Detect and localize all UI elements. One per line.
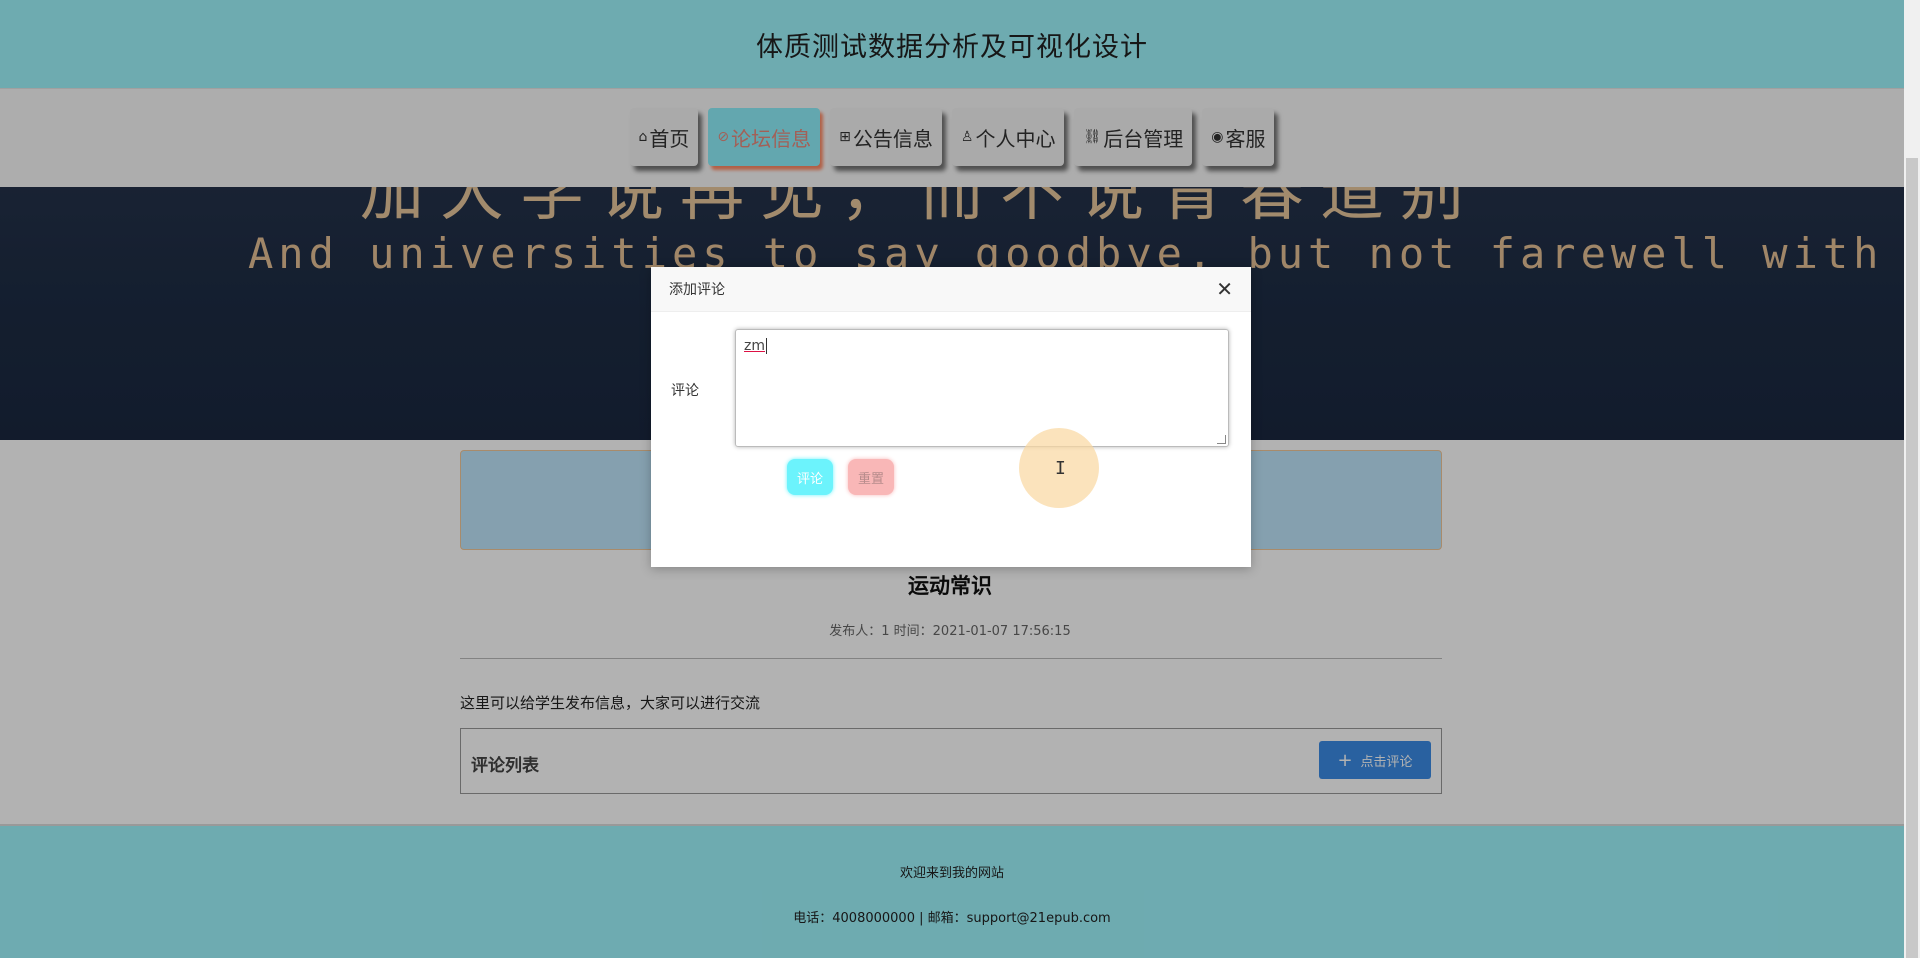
scrollbar[interactable] <box>1904 0 1920 958</box>
reset-button[interactable]: 重置 <box>848 459 894 495</box>
comment-field-label: 评论 <box>671 383 699 399</box>
scrollbar-thumb[interactable] <box>1906 158 1918 958</box>
dialog-title: 添加评论 <box>669 282 725 298</box>
text-caret <box>766 338 767 354</box>
comment-textarea[interactable]: zm I <box>735 329 1229 508</box>
comment-textarea-value: zm <box>744 338 765 354</box>
dialog-header: 添加评论 ✕ <box>651 267 1251 312</box>
add-comment-dialog: 添加评论 ✕ 评论 zm I 评论 重置 <box>651 267 1251 567</box>
text-cursor-icon: I <box>1055 458 1066 479</box>
submit-comment-button[interactable]: 评论 <box>787 459 833 495</box>
close-icon[interactable]: ✕ <box>1216 279 1233 299</box>
page: 体质测试数据分析及可视化设计 ⌂ 首页 ⊘ 论坛信息 ⊞ 公告信息 ♙ 个人中心… <box>0 0 1904 958</box>
resize-handle[interactable] <box>1217 435 1226 444</box>
